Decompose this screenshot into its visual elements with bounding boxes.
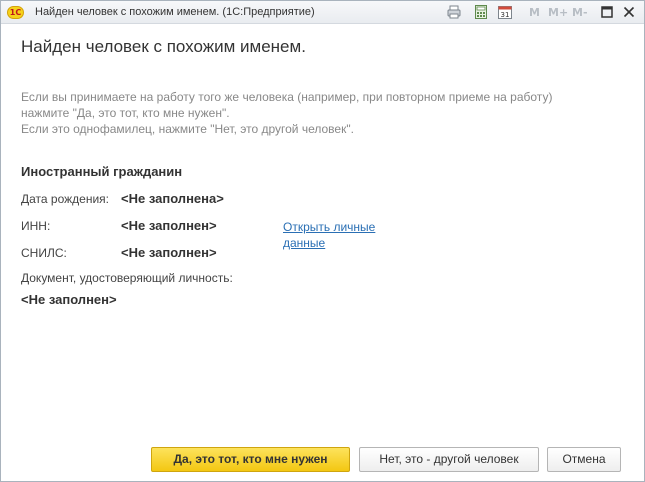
birth-date-value: <Не заполнена> — [121, 191, 224, 206]
calendar-day: 31 — [501, 11, 510, 19]
open-link-line: Открыть личные — [283, 220, 376, 234]
snils-label: СНИЛС: — [21, 246, 67, 260]
memory-button[interactable]: M — [529, 6, 540, 19]
title-bar: 1С Найден человек с похожим именем. (1С:… — [1, 1, 644, 24]
document-label: Документ, удостоверяющий личность: — [21, 271, 233, 285]
dialog-window: 1С Найден человек с похожим именем. (1С:… — [0, 0, 645, 482]
snils-value: <Не заполнен> — [121, 245, 217, 260]
dialog-heading: Найден человек с похожим именем. — [21, 37, 306, 56]
close-icon[interactable] — [622, 5, 636, 19]
description-line: Если это однофамилец, нажмите "Нет, это … — [21, 122, 354, 136]
yes-button[interactable]: Да, это тот, кто мне нужен — [151, 447, 350, 472]
app-logo-icon: 1С — [7, 6, 24, 19]
window-title: Найден человек с похожим именем. (1С:Пре… — [35, 6, 315, 18]
cancel-button[interactable]: Отмена — [547, 447, 621, 472]
dialog-description: Если вы принимаете на работу того же чел… — [21, 89, 621, 137]
no-button[interactable]: Нет, это - другой человек — [359, 447, 539, 472]
maximize-icon[interactable] — [600, 5, 614, 19]
print-icon[interactable] — [447, 5, 461, 19]
open-link-line: данные — [283, 236, 326, 250]
document-value: <Не заполнен> — [21, 292, 117, 307]
person-name: Иностранный гражданин — [21, 164, 183, 179]
calendar-icon[interactable]: 31 — [498, 5, 512, 19]
description-line: Если вы принимаете на работу того же чел… — [21, 90, 553, 104]
memory-minus-button[interactable]: M- — [572, 6, 588, 19]
birth-date-label: Дата рождения: — [21, 192, 109, 206]
memory-plus-button[interactable]: M+ — [548, 6, 568, 19]
open-personal-data-link[interactable]: Открыть личные данные — [283, 219, 403, 251]
description-line: нажмите "Да, это тот, кто мне нужен". — [21, 106, 230, 120]
calculator-icon[interactable] — [474, 5, 488, 19]
inn-value: <Не заполнен> — [121, 218, 217, 233]
inn-label: ИНН: — [21, 219, 51, 233]
